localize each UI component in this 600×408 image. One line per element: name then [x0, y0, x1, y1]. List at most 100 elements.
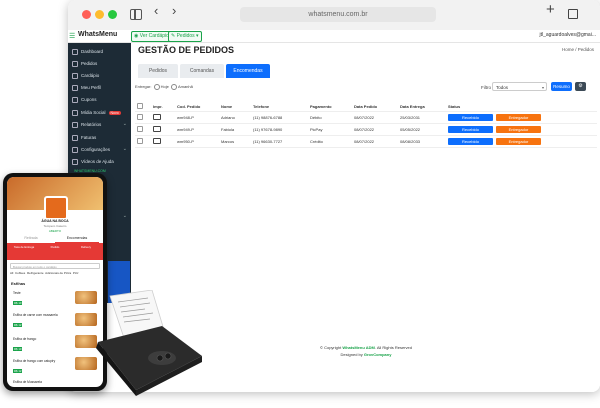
chevron-down-icon[interactable]: ⌄ — [123, 146, 127, 152]
phone-category[interactable]: Adicionais de Pizza — [45, 271, 71, 275]
radio-amanha-label: Amanhã — [177, 84, 193, 90]
tabs-overview-icon[interactable] — [568, 9, 578, 19]
phone-category[interactable]: Refrigerante — [27, 271, 44, 275]
maximize-window-button[interactable] — [108, 10, 117, 19]
phone-info-delivery: Delivery — [80, 245, 92, 249]
select-all-checkbox[interactable] — [137, 102, 143, 109]
chevron-down-icon[interactable]: ⌄ — [123, 213, 127, 219]
sidebar-item-pedidos[interactable]: Pedidos — [72, 61, 97, 67]
sidebar-item-label: Faturas — [81, 135, 97, 141]
entregador-button[interactable]: Entregador — [496, 126, 541, 133]
phone-category[interactable]: Coffees — [15, 271, 25, 275]
store-logo — [44, 196, 68, 220]
row-checkbox[interactable] — [137, 138, 143, 144]
copyright-text: © Copyright — [320, 345, 343, 350]
recebido-button[interactable]: Recebido — [448, 126, 493, 133]
order-date: 08/07/2022 — [352, 135, 398, 148]
sidebar-item-videos-ajuda[interactable]: Vídeos de Ajuda — [72, 159, 114, 165]
phone-product-name[interactable]: Esfiha de frango — [13, 337, 36, 341]
payment-method: Débito — [308, 111, 352, 124]
back-icon[interactable]: ‹ — [154, 4, 158, 17]
phone-tab-retirada[interactable]: Retirada — [11, 235, 51, 242]
browser-toolbar: ‹ › whatsmenu.com.br + — [68, 0, 600, 31]
delivery-filter: Entregar: Hoje Amanhã — [135, 84, 193, 90]
settings-button[interactable]: ⚙ — [575, 82, 586, 91]
sidebar-item-meu-perfil[interactable]: Meu Perfil — [72, 85, 101, 91]
close-window-button[interactable] — [82, 10, 91, 19]
phone-screen: ÁGUA NA BOCA Tempero Caseiro ABERTO Reti… — [7, 177, 103, 387]
orders-icon — [72, 61, 78, 67]
filtro-select[interactable]: Todos ▾ — [492, 82, 547, 91]
phone-product-name[interactable]: Esfiha de frango com catupiry — [13, 359, 55, 363]
sidebar-item-dashboard[interactable]: Dashboard — [72, 49, 103, 55]
table-row[interactable]: wm949-P Fabiola (11) 97678-9890 PicPay 0… — [135, 123, 597, 136]
phone-product-name[interactable]: Esfiha de carne com mussarela — [13, 313, 58, 317]
url-bar[interactable]: whatsmenu.com.br — [240, 7, 436, 22]
recebido-button[interactable]: Recebido — [448, 114, 493, 121]
phone-product-name[interactable]: Esfiha de Mussarela — [13, 380, 42, 384]
entregador-button[interactable]: Entregador — [496, 138, 541, 145]
customer-name: Fabiola — [219, 123, 251, 136]
orders-table: Impr. Cod. Pedido Nome Telefone Pagament… — [135, 101, 597, 148]
phone-tab-encomendas[interactable]: Encomendas — [55, 235, 99, 243]
delivery-date: 25/03/2031 — [398, 111, 446, 124]
col-order-date: Data Pedido — [352, 101, 398, 112]
radio-hoje[interactable] — [153, 84, 160, 90]
col-name: Nome — [219, 101, 251, 112]
tab-comandas[interactable]: Comandas — [180, 64, 224, 78]
store-status: ABERTO — [48, 229, 62, 233]
sidebar-item-cardapio[interactable]: Cardápio — [72, 73, 99, 79]
user-icon — [72, 85, 78, 91]
sidebar-item-cupons[interactable]: Cupons — [72, 97, 97, 103]
phone-category[interactable]: All — [10, 271, 13, 275]
printer-icon[interactable] — [153, 138, 161, 144]
new-tab-icon[interactable]: + — [546, 2, 555, 17]
filtro-label: Filtro — [481, 85, 491, 90]
chevron-down-icon[interactable]: ⌄ — [123, 121, 127, 127]
minimize-window-button[interactable] — [95, 10, 104, 19]
phone-product-price: R$ 10 — [13, 347, 23, 351]
pedidos-label: Pedidos — [176, 33, 195, 39]
radio-amanha[interactable] — [170, 84, 177, 90]
customer-phone: (11) 98876-6788 — [251, 111, 308, 124]
sidebar-item-configuracoes[interactable]: Configurações — [72, 147, 110, 153]
copyright-brand[interactable]: WhatsMenu ADM — [342, 345, 375, 350]
table-header-row: Impr. Cod. Pedido Nome Telefone Pagament… — [135, 101, 597, 112]
col-impr: Impr. — [151, 101, 175, 112]
tab-encomendas[interactable]: Encomendas — [226, 64, 270, 78]
new-badge: Novo — [108, 111, 121, 115]
user-email[interactable]: jtl_aguardoalves@gmai... — [540, 32, 597, 38]
table-row[interactable]: wm948-P Adriano (11) 98876-6788 Débito 0… — [135, 111, 597, 124]
forward-icon[interactable]: › — [172, 4, 176, 17]
menu-icon[interactable]: ☰ — [69, 32, 75, 40]
pedidos-dropdown[interactable]: ✎ Pedidos ▾ — [168, 31, 202, 42]
phone-search-input[interactable]: Buscar produto em todo o cardápio — [10, 263, 100, 269]
col-phone: Telefone — [251, 101, 308, 112]
store-subtitle: Tempero Caseiro — [43, 224, 67, 228]
sidebar-item-relatorios[interactable]: Relatórios — [72, 122, 101, 128]
phone-category[interactable]: Pizz — [73, 271, 79, 275]
sidebar-item-faturas[interactable]: Faturas — [72, 135, 96, 141]
print-cell — [151, 135, 175, 148]
printer-icon[interactable] — [153, 114, 161, 120]
recebido-button[interactable]: Recebido — [448, 138, 493, 145]
ver-cardapio-button[interactable]: ◉ Ver Cardápio — [131, 31, 172, 42]
resumo-button[interactable]: Resumo — [551, 82, 572, 91]
tab-pedidos[interactable]: Pedidos — [138, 64, 178, 78]
share-icon — [72, 110, 78, 116]
sidebar-item-midia-social[interactable]: Mídia Social Novo — [72, 110, 121, 116]
breadcrumb[interactable]: Home / Pedidos — [562, 47, 594, 52]
phone-info-taxa: Taxa de Entrega — [13, 245, 35, 249]
table-row[interactable]: wm950-P Marcos (11) 96630-7727 Crédito 0… — [135, 135, 597, 148]
row-checkbox[interactable] — [137, 114, 143, 120]
printer-icon[interactable] — [153, 126, 161, 132]
phone-product-name[interactable]: Teste — [13, 291, 21, 295]
sidebar-toggle-icon[interactable] — [130, 9, 142, 20]
phone-product-price: R$ 10 — [13, 301, 23, 305]
copyright-suffix: . All Rights Reserved — [374, 345, 412, 350]
print-cell — [151, 111, 175, 124]
sidebar-item-label: Dashboard — [81, 49, 104, 55]
row-checkbox[interactable] — [137, 126, 143, 132]
designer-brand[interactable]: GrovCompany — [364, 352, 392, 357]
entregador-button[interactable]: Entregador — [496, 114, 541, 121]
